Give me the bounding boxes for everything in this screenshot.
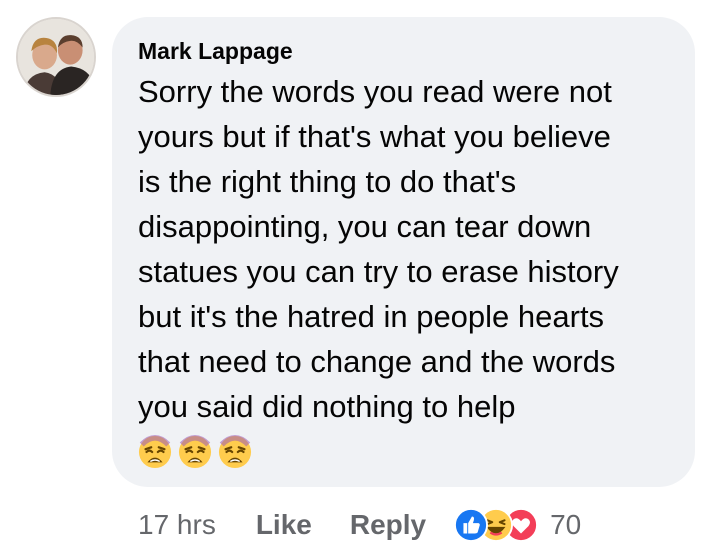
profile-photo <box>18 19 94 95</box>
reactions-summary[interactable]: 70 <box>454 508 581 542</box>
emoji-row <box>138 435 671 469</box>
comment-actions: 17 hrs Like Reply 70 <box>138 500 581 550</box>
reaction-count: 70 <box>550 509 582 540</box>
timestamp[interactable]: 17 hrs <box>138 509 216 541</box>
comment-text: Sorry the words you read were not yours … <box>138 74 619 424</box>
reaction-icons <box>454 508 542 542</box>
comment: Mark Lappage Sorry the words you read we… <box>0 0 720 557</box>
like-reaction-icon <box>454 508 489 542</box>
weary-face-icon <box>138 435 172 469</box>
comment-bubble: Mark Lappage Sorry the words you read we… <box>112 17 695 487</box>
like-button[interactable]: Like <box>256 509 312 541</box>
weary-face-icon <box>218 435 252 469</box>
weary-face-icon <box>178 435 212 469</box>
reply-button[interactable]: Reply <box>350 509 426 541</box>
comment-author[interactable]: Mark Lappage <box>138 37 671 65</box>
avatar[interactable] <box>16 17 96 97</box>
